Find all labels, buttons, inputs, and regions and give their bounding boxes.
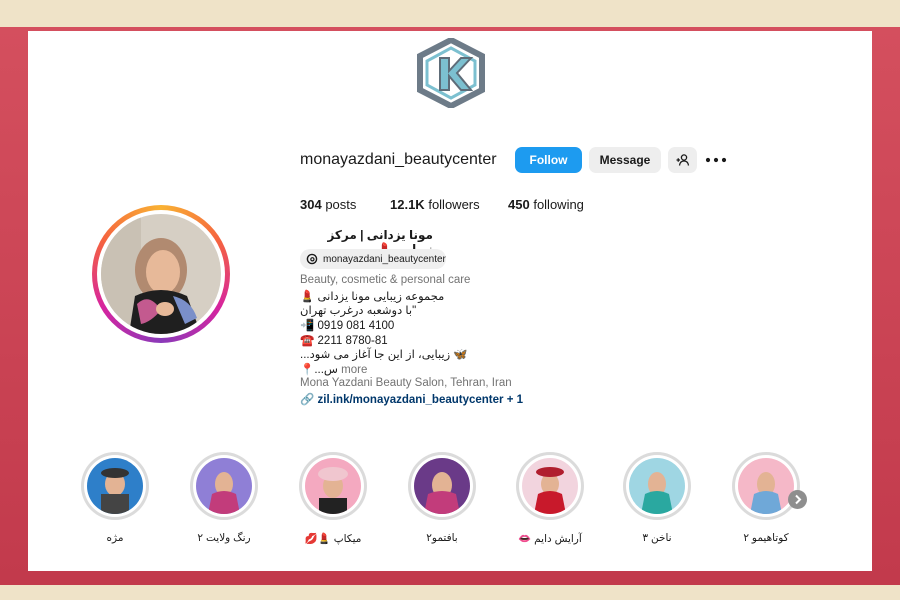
posts-label: posts xyxy=(325,197,357,212)
highlight-item[interactable] xyxy=(408,452,476,520)
profile-avatar[interactable] xyxy=(92,205,230,343)
followers-stat[interactable]: 12.1K followers xyxy=(390,197,480,212)
highlight-label: رنگ ولایت ۲ xyxy=(197,532,251,544)
pin-icon: 📍 xyxy=(300,364,315,376)
highlight-label: ناخن ۳ xyxy=(642,532,672,544)
highlight-item[interactable] xyxy=(81,452,149,520)
highlight-cover xyxy=(522,458,578,514)
highlight-cover xyxy=(305,458,361,514)
posts-stat: 304 posts xyxy=(300,197,356,212)
bio-phone-mobile: 📲 0919 081 4100 xyxy=(300,320,395,332)
bio-line-5: ...زیبایی، از این جا آغاز می شود 🦋 xyxy=(300,349,468,361)
bio-phone-landline: ☎️ 2211 8780-81 xyxy=(300,335,388,347)
followers-count: 12.1K xyxy=(390,197,425,212)
highlight-cover xyxy=(414,458,470,514)
highlight-item[interactable] xyxy=(190,452,258,520)
butterfly-icon: 🦋 xyxy=(453,349,468,361)
highlight-label: میکاپ 💄💋 xyxy=(304,533,362,545)
bio-address: Mona Yazdani Beauty Salon, Tehran, Iran xyxy=(300,377,512,389)
highlight-cover xyxy=(738,458,794,514)
following-label: following xyxy=(533,197,584,212)
highlight-label: مژه xyxy=(106,532,124,544)
lipstick-icon: 💄 xyxy=(300,291,315,303)
message-button[interactable]: Message xyxy=(589,147,661,173)
highlight-label: کوتاهیمو ۲ xyxy=(743,532,789,544)
suggest-users-button[interactable] xyxy=(668,147,697,173)
profile-photo xyxy=(101,214,221,334)
mobile-phone-icon: 📲 xyxy=(300,320,315,332)
highlight-item[interactable] xyxy=(516,452,584,520)
following-count: 450 xyxy=(508,197,530,212)
highlight-cover xyxy=(87,458,143,514)
highlight-item[interactable] xyxy=(623,452,691,520)
telephone-icon: ☎️ xyxy=(300,335,315,347)
highlight-cover xyxy=(196,458,252,514)
bio-line-1: 💄 مجموعه زیبایی مونا یزدانی xyxy=(300,291,445,303)
bio-website-link[interactable]: 🔗 zil.ink/monayazdani_beautycenter + 1 xyxy=(300,392,523,406)
following-stat[interactable]: 450 following xyxy=(508,197,584,212)
threads-badge[interactable]: monayazdani_beautycenter xyxy=(300,249,446,269)
highlight-label: آرایش دایم 👄 xyxy=(518,533,582,545)
profile-username: monayazdani_beautycenter xyxy=(300,151,497,168)
bio-line-6: 📍...س more xyxy=(300,364,368,376)
highlights-next-button[interactable] xyxy=(788,490,807,509)
more-dots-icon[interactable] xyxy=(705,151,727,169)
highlight-item[interactable] xyxy=(732,452,800,520)
threads-icon xyxy=(306,253,318,265)
followers-label: followers xyxy=(428,197,480,212)
threads-handle: monayazdani_beautycenter xyxy=(323,253,446,265)
add-person-icon xyxy=(676,154,689,166)
bio-more-link[interactable]: more xyxy=(341,364,367,376)
profile-category: Beauty, cosmetic & personal care xyxy=(300,274,471,286)
bio-line-2: با دوشعبه درغرب تهران" xyxy=(300,305,417,317)
highlight-cover xyxy=(629,458,685,514)
posts-count: 304 xyxy=(300,197,322,212)
chevron-right-icon xyxy=(795,494,802,505)
highlight-label: بافتمو۲ xyxy=(426,532,458,544)
follow-button[interactable]: Follow xyxy=(515,147,582,173)
k-logo-icon xyxy=(417,38,485,108)
link-icon: 🔗 xyxy=(300,394,315,406)
highlight-item[interactable] xyxy=(299,452,367,520)
